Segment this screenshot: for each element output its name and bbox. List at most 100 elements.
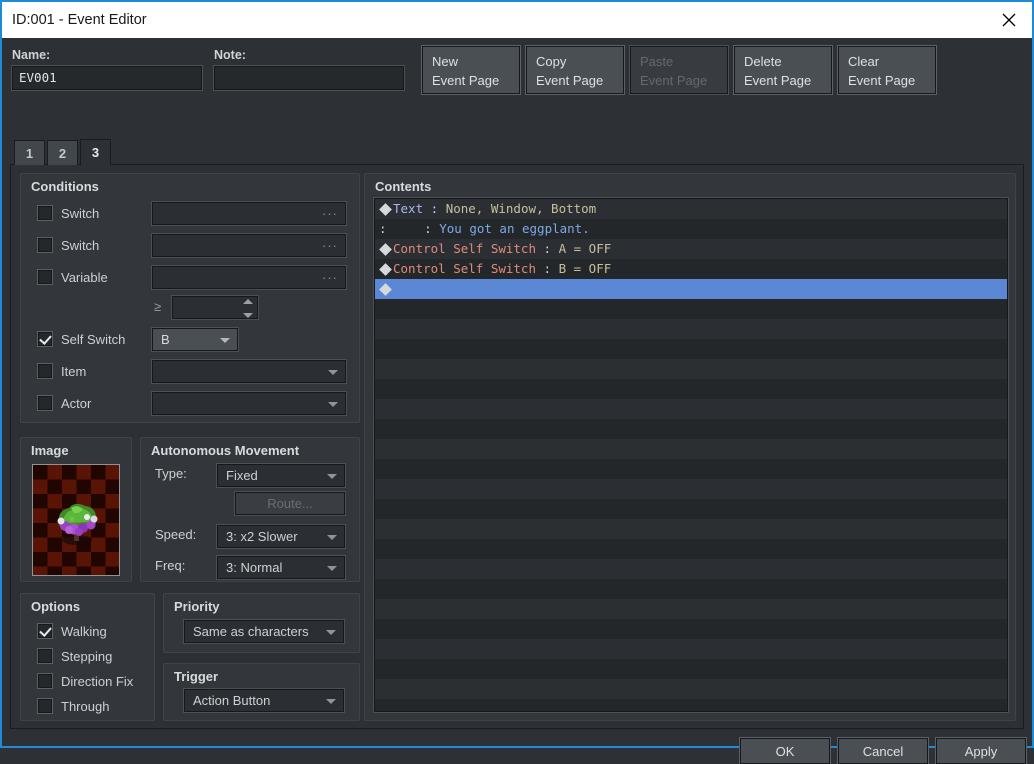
item-dropdown[interactable] bbox=[152, 360, 346, 383]
event-command-empty-row[interactable] bbox=[375, 499, 1007, 519]
command-separator: : bbox=[423, 201, 446, 216]
command-name: Control Self Switch bbox=[393, 241, 536, 256]
chevron-down-icon bbox=[328, 402, 338, 407]
event-command-empty-row[interactable] bbox=[375, 639, 1007, 659]
event-command-empty-row[interactable] bbox=[375, 619, 1007, 639]
event-command-empty-row[interactable] bbox=[375, 359, 1007, 379]
event-image-preview[interactable] bbox=[32, 464, 120, 576]
command-parameters: You got an eggplant. bbox=[439, 221, 590, 236]
condition-variable-checkbox[interactable]: Variable bbox=[38, 268, 108, 286]
event-command-empty-row[interactable] bbox=[375, 559, 1007, 579]
switch2-checkbox-box bbox=[38, 238, 52, 252]
ok-button[interactable]: OK bbox=[740, 738, 830, 764]
options-title: Options bbox=[31, 599, 80, 614]
condition-item-checkbox[interactable]: Item bbox=[38, 362, 86, 380]
movement-type-dropdown[interactable]: Fixed bbox=[217, 464, 345, 487]
ok-button-label: OK bbox=[776, 744, 795, 759]
event-command-empty-row[interactable] bbox=[375, 539, 1007, 559]
event-command-empty-row[interactable] bbox=[375, 699, 1007, 712]
route-button-label: Route... bbox=[267, 496, 313, 511]
switch1-picker[interactable]: ··· bbox=[152, 202, 346, 225]
event-command-row[interactable]: : : You got an eggplant. bbox=[375, 219, 1007, 239]
event-command-row[interactable]: Control Self Switch : A = OFF bbox=[375, 239, 1007, 259]
cancel-button[interactable]: Cancel bbox=[838, 738, 928, 764]
stepping-checkbox-box bbox=[38, 649, 52, 663]
copy-event-page-button[interactable]: Copy Event Page bbox=[526, 46, 624, 94]
command-separator: : bbox=[536, 261, 559, 276]
self-switch-label: Self Switch bbox=[61, 332, 125, 347]
apply-button[interactable]: Apply bbox=[936, 738, 1026, 764]
clear-event-page-line2: Event Page bbox=[848, 71, 935, 90]
movement-freq-dropdown[interactable]: 3: Normal bbox=[217, 556, 345, 579]
new-event-page-button[interactable]: New Event Page bbox=[422, 46, 520, 94]
command-parameters: None, Window, Bottom bbox=[446, 201, 597, 216]
event-command-row[interactable] bbox=[375, 279, 1007, 299]
condition-switch1-checkbox[interactable]: Switch bbox=[38, 204, 99, 222]
event-command-row[interactable]: Control Self Switch : B = OFF bbox=[375, 259, 1007, 279]
bush-sprite bbox=[47, 495, 107, 547]
diamond-icon bbox=[379, 283, 392, 296]
event-command-empty-row[interactable] bbox=[375, 399, 1007, 419]
direction-fix-checkbox-box bbox=[38, 674, 52, 688]
self-switch-dropdown[interactable]: B bbox=[152, 328, 238, 351]
tab-page-3[interactable]: 3 bbox=[80, 139, 111, 166]
stepper-arrows[interactable] bbox=[243, 299, 254, 318]
close-icon[interactable] bbox=[986, 3, 1032, 37]
event-command-empty-row[interactable] bbox=[375, 299, 1007, 319]
clear-event-page-button[interactable]: Clear Event Page bbox=[838, 46, 936, 94]
clear-event-page-line1: Clear bbox=[848, 54, 879, 69]
image-title: Image bbox=[31, 443, 69, 458]
event-page-panel: Conditions Switch ··· Switch ··· bbox=[10, 164, 1024, 729]
window-title: ID:001 - Event Editor bbox=[12, 12, 147, 28]
option-stepping[interactable]: Stepping bbox=[38, 647, 112, 665]
event-command-empty-row[interactable] bbox=[375, 319, 1007, 339]
switch2-picker[interactable]: ··· bbox=[152, 234, 346, 257]
event-command-empty-row[interactable] bbox=[375, 659, 1007, 679]
event-command-empty-row[interactable] bbox=[375, 579, 1007, 599]
chevron-down-icon bbox=[326, 699, 336, 704]
option-walking[interactable]: Walking bbox=[38, 622, 107, 640]
event-command-empty-row[interactable] bbox=[375, 459, 1007, 479]
event-command-empty-row[interactable] bbox=[375, 519, 1007, 539]
event-command-empty-row[interactable] bbox=[375, 439, 1007, 459]
option-through[interactable]: Through bbox=[38, 697, 109, 715]
switch2-ellipsis-icon: ··· bbox=[322, 238, 338, 253]
delete-event-page-button[interactable]: Delete Event Page bbox=[734, 46, 832, 94]
movement-freq-label: Freq: bbox=[155, 558, 185, 573]
title-bar: ID:001 - Event Editor bbox=[2, 2, 1032, 38]
tab-page-2[interactable]: 2 bbox=[47, 140, 78, 165]
self-switch-checkbox-box bbox=[38, 332, 52, 346]
event-command-empty-row[interactable] bbox=[375, 479, 1007, 499]
walking-checkbox-box bbox=[38, 624, 52, 638]
trigger-group: Trigger Action Button bbox=[163, 663, 360, 721]
event-command-empty-row[interactable] bbox=[375, 599, 1007, 619]
condition-self-switch-checkbox[interactable]: Self Switch bbox=[38, 330, 125, 348]
stepper-down-icon[interactable] bbox=[243, 313, 253, 318]
trigger-dropdown[interactable]: Action Button bbox=[184, 689, 344, 712]
actor-dropdown[interactable] bbox=[152, 392, 346, 415]
variable-picker[interactable]: ··· bbox=[152, 266, 346, 289]
note-input[interactable] bbox=[214, 66, 404, 90]
actor-label: Actor bbox=[61, 396, 91, 411]
movement-speed-dropdown[interactable]: 3: x2 Slower bbox=[217, 525, 345, 548]
new-event-page-line2: Event Page bbox=[432, 71, 519, 90]
tab-page-1[interactable]: 1 bbox=[14, 140, 45, 165]
variable-amount-stepper[interactable] bbox=[172, 296, 258, 319]
event-command-empty-row[interactable] bbox=[375, 679, 1007, 699]
delete-event-page-line2: Event Page bbox=[744, 71, 831, 90]
option-direction-fix[interactable]: Direction Fix bbox=[38, 672, 133, 690]
copy-event-page-line2: Event Page bbox=[536, 71, 623, 90]
condition-actor-checkbox[interactable]: Actor bbox=[38, 394, 91, 412]
priority-dropdown[interactable]: Same as characters bbox=[184, 620, 344, 643]
chevron-down-icon bbox=[328, 370, 338, 375]
stepper-up-icon[interactable] bbox=[243, 299, 253, 304]
event-command-empty-row[interactable] bbox=[375, 339, 1007, 359]
condition-switch2-checkbox[interactable]: Switch bbox=[38, 236, 99, 254]
event-commands-list[interactable]: Text : None, Window, Bottom: : You got a… bbox=[374, 198, 1008, 712]
apply-button-label: Apply bbox=[965, 744, 998, 759]
event-command-empty-row[interactable] bbox=[375, 419, 1007, 439]
name-input[interactable]: EV001 bbox=[12, 66, 202, 90]
event-command-empty-row[interactable] bbox=[375, 379, 1007, 399]
new-event-page-line1: New bbox=[432, 54, 458, 69]
event-command-row[interactable]: Text : None, Window, Bottom bbox=[375, 199, 1007, 219]
